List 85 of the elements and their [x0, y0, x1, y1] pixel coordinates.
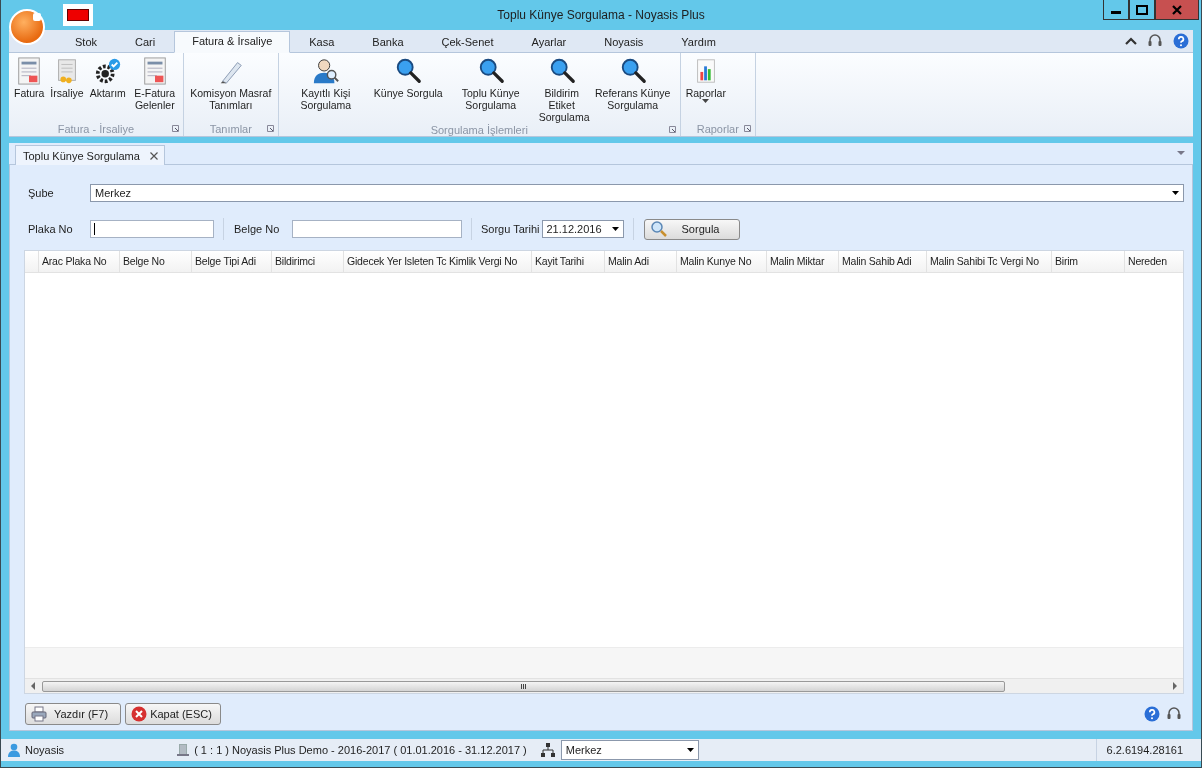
group-label: Fatura - İrsaliye: [57, 123, 135, 135]
dialog-launcher-icon[interactable]: [743, 125, 751, 132]
column-header[interactable]: Gidecek Yer Isleten Tc Kimlik Vergi No: [344, 251, 532, 272]
scrollbar-thumb[interactable]: [42, 680, 1005, 692]
ribbon-tab[interactable]: Ayarlar: [512, 33, 586, 52]
ribbon-button[interactable]: Künye Sorgula: [370, 57, 446, 123]
ribbon-tab[interactable]: Banka: [353, 33, 423, 52]
ribbon-button[interactable]: İrsaliye: [47, 57, 87, 122]
column-header[interactable]: Birim: [1052, 251, 1125, 272]
help-icon[interactable]: [1144, 706, 1160, 722]
input-field[interactable]: [292, 220, 462, 238]
ribbon-tab[interactable]: Noyasis: [585, 33, 663, 52]
ribbon-tab[interactable]: Fatura & İrsaliye: [174, 31, 291, 53]
ribbon-tab[interactable]: Stok: [56, 33, 116, 52]
column-header[interactable]: Belge Tipi Adi: [192, 251, 272, 272]
maximize-button[interactable]: [1129, 0, 1155, 20]
close-circle-icon: [131, 706, 147, 722]
ribbon-button[interactable]: E-Fatura Gelenler: [128, 57, 181, 122]
column-header[interactable]: Belge No: [120, 251, 192, 272]
dialog-launcher-icon[interactable]: [171, 125, 179, 132]
field-label: Şube: [27, 187, 55, 199]
ribbon-button[interactable]: Toplu Künye Sorgulama: [445, 57, 536, 123]
close-icon: [1172, 4, 1182, 15]
caret-icon: [1172, 191, 1179, 195]
document-tab[interactable]: Toplu Künye Sorgulama: [15, 145, 165, 165]
field-label: Sorgu Tarihi: [481, 223, 540, 235]
minimize-icon: [1111, 11, 1121, 14]
branch-dropdown[interactable]: Merkez: [90, 184, 1184, 202]
ribbon-button[interactable]: Fatura: [11, 57, 48, 122]
group-label: Sorgulama İşlemleri: [430, 123, 528, 136]
caret-icon[interactable]: [1177, 151, 1185, 155]
printer-icon: [31, 706, 47, 722]
user-icon: [7, 743, 21, 757]
app-logo-icon[interactable]: [9, 9, 45, 45]
column-header[interactable]: Malin Sahib Adi: [839, 251, 927, 272]
version-label: 6.2.6194.28161: [1095, 739, 1193, 761]
headset-icon[interactable]: [1147, 33, 1163, 49]
column-header[interactable]: Nereden: [1125, 251, 1183, 272]
minimize-button[interactable]: [1103, 0, 1129, 20]
dialog-launcher-icon[interactable]: [668, 126, 676, 133]
ribbon-tab[interactable]: Yardım: [662, 33, 735, 52]
user-name: Noyasis: [25, 744, 65, 756]
column-header[interactable]: Kayit Tarihi: [532, 251, 605, 272]
input-field[interactable]: [90, 220, 214, 238]
maximize-icon: [1136, 4, 1148, 15]
ribbon-button[interactable]: Bildirim Etiket Sorgulama: [535, 57, 588, 123]
scroll-right-icon[interactable]: [1172, 682, 1178, 690]
collapse-ribbon-icon[interactable]: [1125, 37, 1137, 45]
ribbon-button[interactable]: Kayıtlı Kişi Sorgulama: [280, 57, 371, 123]
field-label: Belge No: [233, 223, 281, 235]
column-header[interactable]: Bildirimci: [272, 251, 344, 272]
help-icon[interactable]: [1173, 33, 1189, 49]
ribbon-tab[interactable]: Kasa: [290, 33, 354, 52]
scroll-left-icon[interactable]: [30, 682, 36, 690]
column-header[interactable]: Malin Adi: [605, 251, 677, 272]
horizontal-scrollbar[interactable]: [25, 678, 1183, 693]
database-icon: [176, 743, 191, 757]
group-label: Raporlar: [696, 123, 739, 135]
caret-icon: [611, 227, 619, 231]
database-info: ( 1 : 1 ) Noyasis Plus Demo - 2016-2017 ( 01.01.2016 - 31.12.2017 ): [194, 744, 527, 756]
group-label: Tanımlar: [209, 123, 252, 135]
caret-icon: [686, 748, 694, 752]
field-label: Plaka No: [27, 223, 74, 235]
network-icon: [540, 743, 555, 757]
search-icon: [649, 220, 668, 238]
dialog-launcher-icon[interactable]: [266, 125, 274, 132]
date-picker[interactable]: 21.12.2016: [541, 220, 624, 238]
headset-icon[interactable]: [1166, 706, 1182, 722]
window-title: Toplu Künye Sorgulama - Noyasis Plus: [496, 8, 706, 22]
column-header[interactable]: Malin Sahibi Tc Vergi No: [927, 251, 1052, 272]
ribbon-tab[interactable]: Çek-Senet: [422, 33, 513, 52]
column-header[interactable]: Malin Miktar: [767, 251, 839, 272]
ribbon-button[interactable]: Komisyon Masraf Tanımları: [185, 57, 276, 122]
close-button[interactable]: [1155, 0, 1199, 20]
ribbon-button[interactable]: Raporlar: [682, 57, 729, 122]
column-header[interactable]: Arac Plaka No: [39, 251, 120, 272]
ribbon-button[interactable]: Aktarım: [86, 57, 129, 122]
column-header[interactable]: Malin Kunye No: [677, 251, 767, 272]
ribbon-tab[interactable]: Cari: [116, 33, 175, 52]
branch-dropdown[interactable]: Merkez: [560, 740, 699, 760]
query-button[interactable]: Sorgula: [643, 218, 740, 240]
flag-icon: [63, 4, 93, 26]
close-form-button[interactable]: Kapat (ESC): [125, 703, 221, 725]
close-icon[interactable]: [149, 151, 158, 160]
print-button[interactable]: Yazdır (F7): [25, 703, 121, 725]
